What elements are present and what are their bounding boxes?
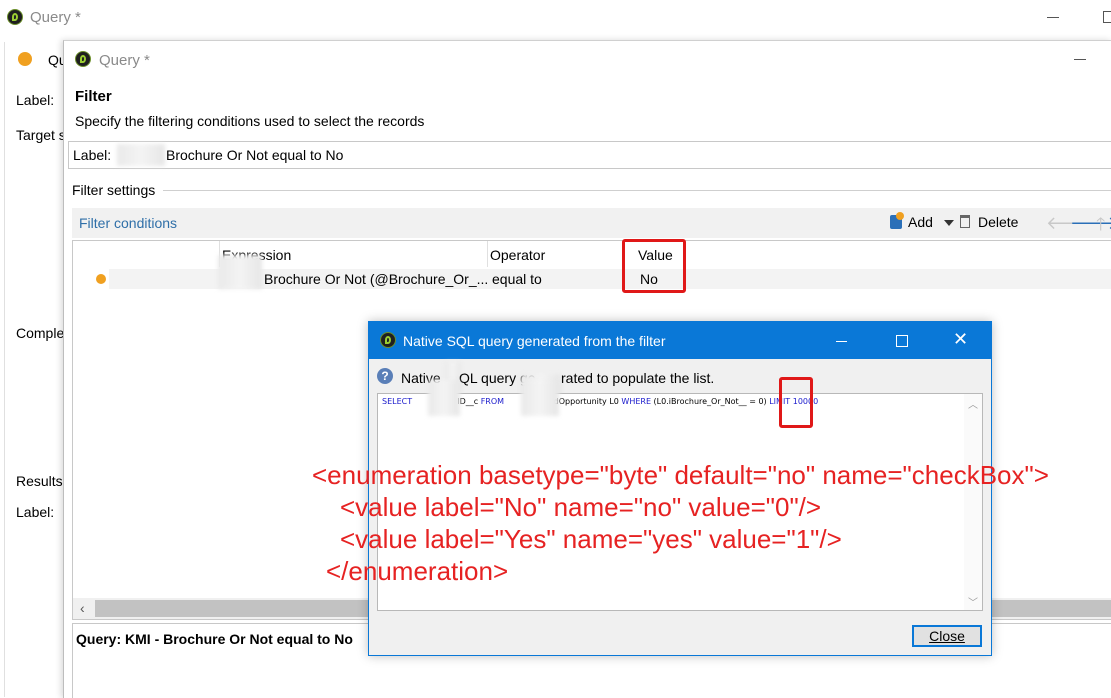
outer-comple-label: Comple	[16, 325, 65, 341]
section-description: Specify the filtering conditions used to…	[75, 113, 425, 129]
minimize-icon[interactable]	[1074, 59, 1086, 60]
inner-window-title: Query *	[99, 52, 150, 69]
annotation-line-1: <enumeration basetype="byte" default="no…	[312, 460, 1049, 490]
sql-condition-end: = 0)	[749, 397, 767, 406]
table-row[interactable]: Brochure Or Not (@Brochure_Or_... equal …	[73, 255, 1111, 291]
help-icon: ?	[377, 368, 393, 384]
redacted-text	[218, 255, 262, 289]
label-field-prefix: Label:	[73, 147, 112, 163]
column-operator[interactable]: Operator	[490, 247, 545, 263]
outer-target-label: Target s	[16, 127, 66, 143]
arrow-up-icon[interactable]: 🡑	[1096, 212, 1105, 242]
minimize-icon[interactable]	[836, 341, 847, 342]
filter-settings-divider	[163, 190, 1111, 191]
scroll-up-icon[interactable]: ︿	[968, 396, 978, 411]
sql-select: SELECT	[382, 397, 413, 406]
sql-value-highlight-box	[779, 377, 813, 428]
filter-settings-label: Filter settings	[72, 182, 156, 198]
minimize-icon[interactable]	[1047, 17, 1059, 18]
status-dot-icon	[96, 274, 106, 284]
add-button[interactable]: Add	[908, 214, 933, 230]
scroll-down-icon[interactable]: ﹀	[968, 594, 978, 609]
maximize-icon[interactable]	[896, 335, 908, 347]
outer-results-label: Results	[16, 473, 63, 489]
annotation-line-2: <value label="No" name="no" value="0"/>	[340, 492, 822, 522]
delete-button[interactable]: Delete	[978, 214, 1018, 230]
redacted-text	[521, 380, 559, 416]
app-logo-icon	[380, 332, 396, 348]
close-dialog-button[interactable]: Close	[912, 625, 982, 647]
sql-condition: (L0.iBrochure_Or_Not__	[653, 397, 747, 406]
annotation-line-3: <value label="Yes" name="yes" value="1"/…	[340, 524, 842, 554]
info-text-part3: rated to populate the list.	[561, 370, 715, 386]
scroll-left-icon[interactable]: ‹	[80, 600, 85, 616]
label-field[interactable]: Label: Brochure Or Not equal to No	[68, 141, 1111, 169]
maximize-icon[interactable]	[1103, 11, 1111, 23]
dialog-title-bar: Native SQL query generated from the filt…	[369, 322, 991, 359]
annotation-line-4: </enumeration>	[326, 556, 509, 586]
filter-conditions-label: Filter conditions	[79, 215, 178, 231]
vertical-scrollbar[interactable]: ︿ ﹀	[964, 394, 982, 610]
app-logo-icon	[75, 51, 91, 67]
app-logo-icon	[7, 9, 23, 25]
dialog-title: Native SQL query generated from the filt…	[403, 333, 666, 349]
sql-where: WHERE	[621, 397, 651, 406]
redacted-text	[117, 144, 165, 166]
sql-column: ID__c	[457, 397, 479, 406]
section-title: Filter	[75, 88, 112, 105]
outer-label-2: Label:	[16, 504, 55, 520]
close-icon[interactable]: ✕	[953, 329, 968, 350]
close-button-label: Close	[929, 628, 965, 644]
sql-from: FROM	[480, 397, 505, 406]
query-footer-text: Query: KMI - Brochure Or Not equal to No	[76, 631, 353, 647]
row-expression: Brochure Or Not (@Brochure_Or_...	[264, 271, 489, 287]
add-icon[interactable]	[890, 212, 904, 229]
label-field-value: Brochure Or Not equal to No	[166, 147, 344, 163]
outer-label-1: Label:	[16, 92, 55, 108]
filter-conditions-bar: Filter conditions Add Delete 🡐 🡒 🡑	[72, 208, 1111, 238]
outer-window-title: Query *	[30, 9, 81, 26]
value-highlight-box	[622, 239, 686, 293]
outer-title-bar: Query *	[0, 0, 1111, 36]
trash-icon[interactable]	[960, 215, 970, 228]
row-operator: equal to	[492, 271, 542, 287]
redacted-text	[428, 380, 460, 416]
column-separator	[487, 241, 488, 267]
chevron-down-icon[interactable]	[944, 220, 954, 226]
status-dot-icon	[18, 52, 32, 66]
